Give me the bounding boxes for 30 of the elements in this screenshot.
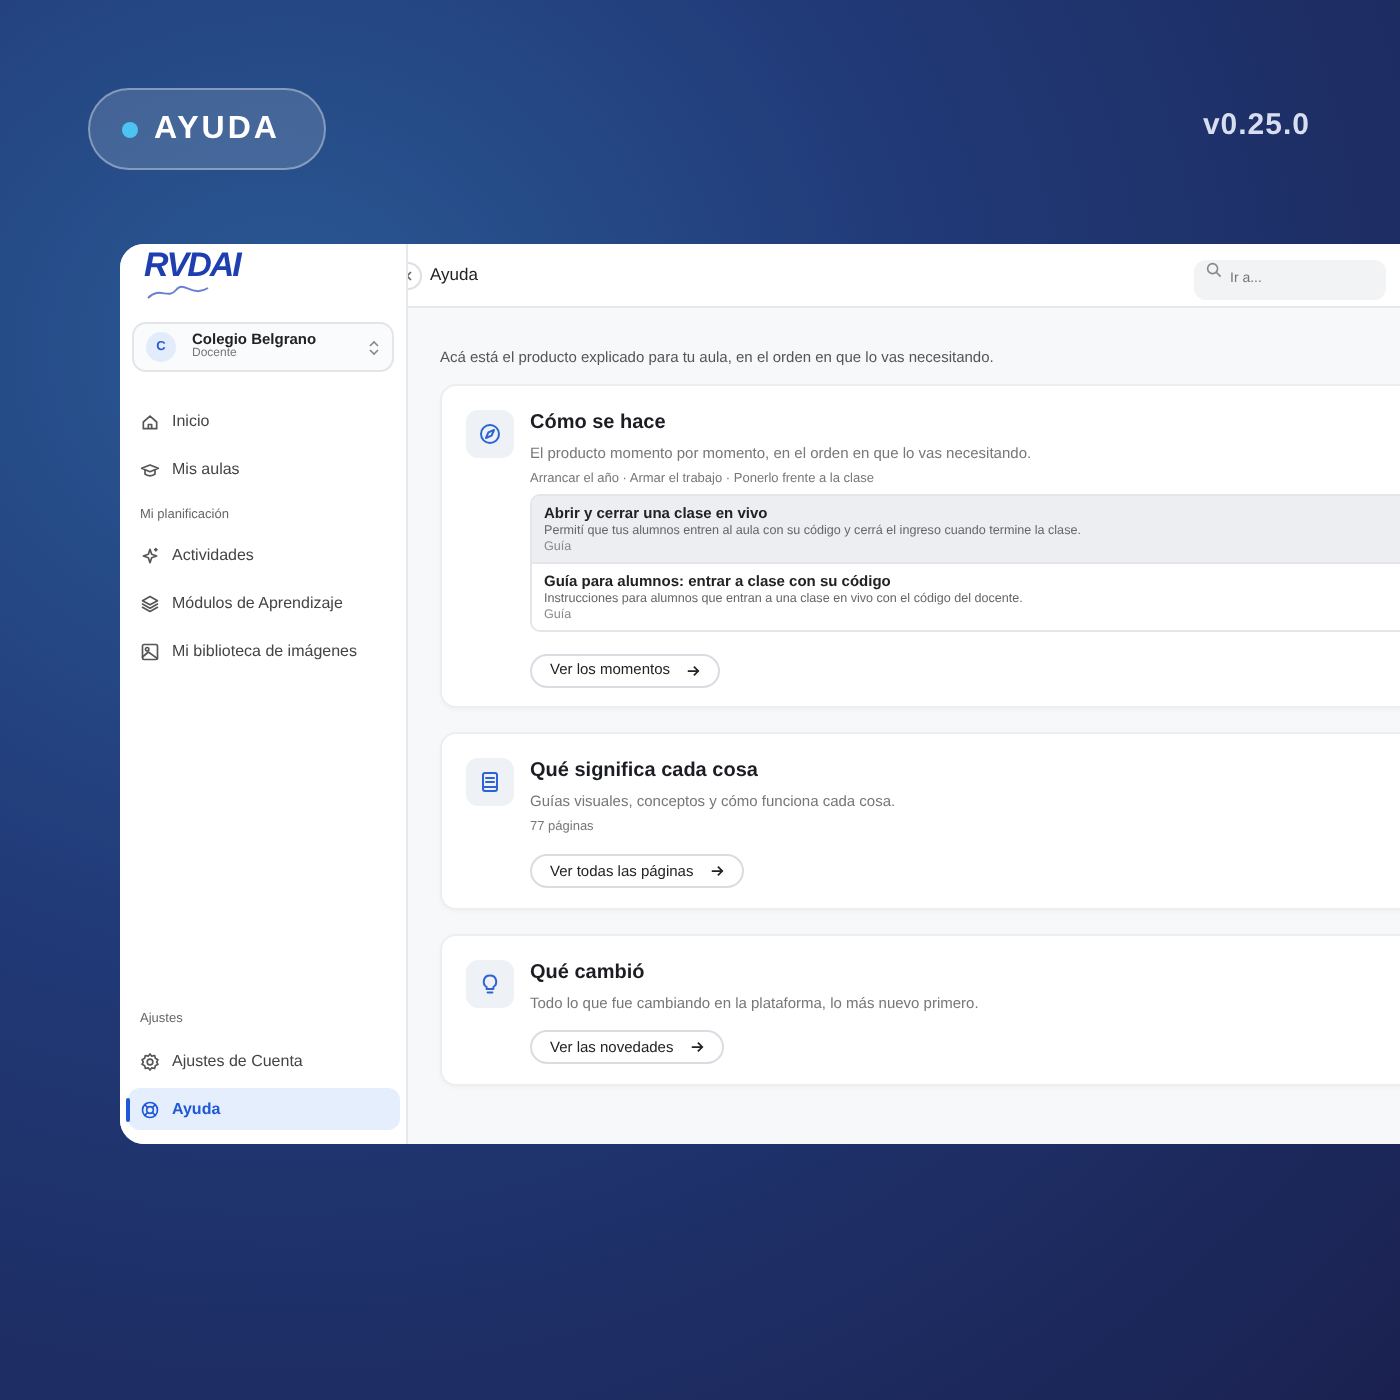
arrow-right-icon bbox=[686, 663, 701, 677]
nav-item[interactable]: Ayuda bbox=[128, 1088, 400, 1130]
lightbulb-icon bbox=[478, 971, 502, 996]
compass-icon bbox=[478, 422, 502, 446]
page-title: Ayuda bbox=[430, 262, 478, 288]
nav-item[interactable]: Módulos de Aprendizaje bbox=[128, 583, 400, 626]
arrow-right-icon bbox=[709, 863, 724, 878]
graduation-cap-icon bbox=[140, 459, 160, 479]
signature-drawing bbox=[144, 282, 212, 302]
nav-item[interactable]: Inicio bbox=[128, 400, 400, 442]
nav-item[interactable]: Actividades bbox=[128, 535, 400, 578]
image-icon bbox=[140, 642, 160, 663]
nav-item[interactable]: Mis aulas bbox=[128, 448, 400, 490]
arrow-right-icon bbox=[689, 1040, 704, 1055]
card-title: Qué cambió bbox=[530, 961, 647, 986]
version-label: v0.25.0 bbox=[1202, 106, 1310, 146]
badge-label: AYUDA bbox=[154, 109, 280, 149]
house-icon bbox=[140, 411, 160, 431]
dot-icon bbox=[122, 121, 138, 137]
lifebuoy-icon bbox=[140, 1099, 160, 1119]
logo-text: RVDAI bbox=[144, 248, 244, 282]
card-title: Cómo se hace bbox=[530, 412, 668, 436]
nav-item[interactable]: Ajustes de Cuenta bbox=[128, 1040, 400, 1082]
chevron-updown-icon bbox=[368, 339, 380, 355]
card-title: Qué significa cada cosa bbox=[530, 760, 760, 785]
document-icon bbox=[478, 770, 502, 795]
sparkles-icon bbox=[140, 546, 160, 567]
layers-icon bbox=[140, 594, 160, 615]
nav-item[interactable]: Mi biblioteca de imágenes bbox=[128, 631, 400, 674]
gear-icon bbox=[140, 1051, 160, 1071]
